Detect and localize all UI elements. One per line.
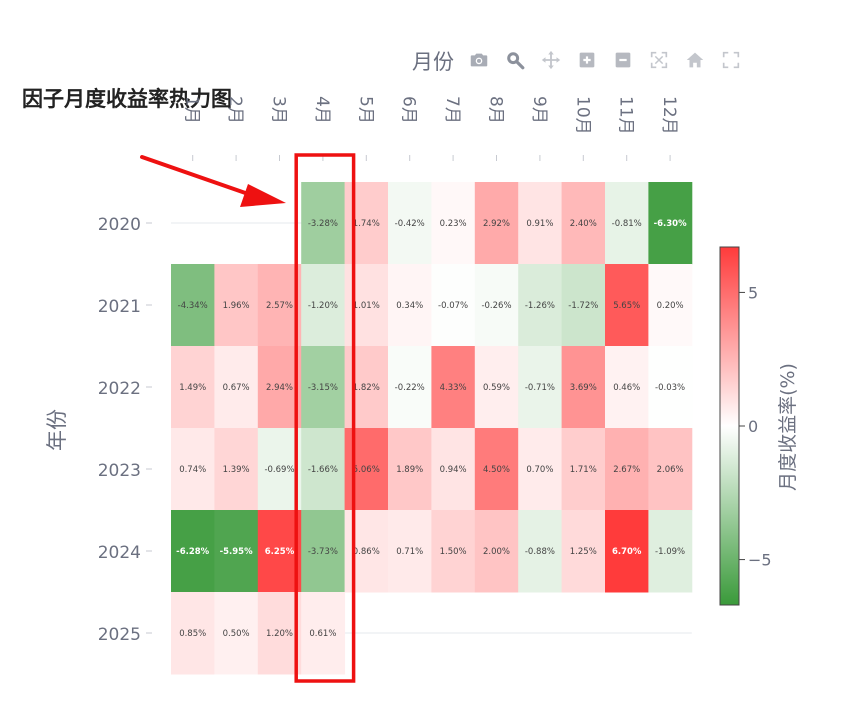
cell-value-label: 6.70% [612, 547, 642, 557]
x-axis-title: 月份 [412, 50, 454, 74]
cell-value-label: -0.69% [264, 465, 294, 475]
colorbar-tick-label: −5 [748, 551, 772, 570]
cell-value-label: 0.20% [657, 301, 684, 311]
cell-value-label: 2.94% [266, 383, 293, 393]
x-tick-label: 9月 [529, 96, 549, 124]
y-tick-label: 2025 [98, 625, 141, 645]
x-tick-label: 6月 [399, 96, 419, 124]
cell-value-label: 2.40% [570, 219, 597, 229]
y-tick-label: 2024 [98, 543, 141, 563]
cell-value-label: 1.82% [353, 383, 380, 393]
y-axis-title: 年份 [45, 409, 69, 451]
cell-value-label: 3.69% [570, 383, 597, 393]
x-tick-label: 5月 [355, 96, 375, 124]
cell-value-label: 1.20% [266, 629, 293, 639]
cell-value-label: 5.65% [613, 301, 640, 311]
cell-value-label: -6.28% [176, 547, 209, 557]
x-tick-label: 8月 [486, 96, 506, 124]
y-tick-label: 2020 [98, 215, 141, 235]
cell-value-label: 0.61% [309, 629, 336, 639]
cell-value-label: 0.94% [440, 465, 467, 475]
colorbar-gradient [719, 246, 740, 606]
cell-value-label: 0.50% [223, 629, 250, 639]
cell-value-label: -0.07% [438, 301, 468, 311]
x-tick-label: 12月 [659, 96, 679, 135]
cell-value-label: 0.34% [396, 301, 423, 311]
cell-value-label: -5.95% [220, 547, 253, 557]
cell-value-label: 5.06% [353, 465, 380, 475]
annotation-arrow-head [240, 184, 286, 207]
cell-value-label: 2.06% [657, 465, 684, 475]
cell-value-label: -3.73% [308, 547, 338, 557]
x-tick-label: 2月 [225, 96, 245, 124]
cell-value-label: -1.66% [308, 465, 338, 475]
colorbar: 5 0 −5 [719, 246, 772, 606]
annotation-arrow-shaft [140, 155, 256, 198]
cell-value-label: 0.91% [526, 219, 553, 229]
cell-value-label: -0.22% [395, 383, 425, 393]
cell-value-label: -0.71% [525, 383, 555, 393]
cell-value-label: 1.50% [440, 547, 467, 557]
cell-value-label: 0.70% [526, 465, 553, 475]
cell-value-label: 1.96% [223, 301, 250, 311]
plot-area: 2020 2021 2022 2023 2024 2025 1月 2月 3月 4月 5月 6月 7月 8月… [98, 96, 693, 675]
y-tick-label: 2023 [98, 461, 141, 481]
colorbar-title: 月度收益率(%) [777, 363, 799, 491]
cell-value-label: -3.15% [308, 383, 338, 393]
cell-value-label: 0.46% [613, 383, 640, 393]
cell-value-label: -0.26% [481, 301, 511, 311]
colorbar-tick-label: 5 [748, 283, 758, 302]
cell-value-label: 2.00% [483, 547, 510, 557]
x-tick-label: 4月 [312, 96, 332, 124]
cell-value-label: 0.86% [353, 547, 380, 557]
x-tick-label: 1月 [182, 96, 202, 124]
cell-value-label: -4.34% [178, 301, 208, 311]
cell-value-label: 1.39% [223, 465, 250, 475]
cell-value-label: 0.59% [483, 383, 510, 393]
cell-value-label: -0.81% [612, 219, 642, 229]
x-tick-label: 3月 [269, 96, 289, 124]
y-tick-label: 2021 [98, 297, 141, 317]
cell-value-label: 2.57% [266, 301, 293, 311]
cell-value-label: -1.09% [655, 547, 685, 557]
cell-value-label: 2.67% [613, 465, 640, 475]
cell-value-label: -0.88% [525, 547, 555, 557]
cell-value-label: 0.23% [440, 219, 467, 229]
cell-value-label: 4.33% [440, 383, 467, 393]
cell-value-label: 0.71% [396, 547, 423, 557]
x-tick-label: 7月 [442, 96, 462, 124]
cell-value-label: 1.89% [396, 465, 423, 475]
x-tick-label: 11月 [616, 96, 636, 135]
cell-value-label: 1.01% [353, 301, 380, 311]
cell-value-label: -1.72% [568, 301, 598, 311]
cell-value-label: -0.03% [655, 383, 685, 393]
y-tick-label: 2022 [98, 379, 141, 399]
cell-value-label: -3.28% [308, 219, 338, 229]
cell-value-label: 2.92% [483, 219, 510, 229]
cell-value-label: -0.42% [395, 219, 425, 229]
cell-value-label: 1.71% [570, 465, 597, 475]
cell-value-label: 1.49% [179, 383, 206, 393]
cell-value-label: -1.20% [308, 301, 338, 311]
heatmap-chart: 因子月度收益率热力图 月份 年份 月度收益率(%) 20202021202220… [22, 50, 799, 683]
cell-value-label: 6.25% [265, 547, 295, 557]
x-tick-label: 10月 [572, 96, 592, 135]
cell-value-label: -6.30% [654, 219, 687, 229]
cell-value-label: 1.25% [570, 547, 597, 557]
cell-value-label: 0.74% [179, 465, 206, 475]
cell-value-label: 0.67% [223, 383, 250, 393]
cell-value-label: 4.50% [483, 465, 510, 475]
cell-value-label: -1.26% [525, 301, 555, 311]
colorbar-tick-label: 0 [748, 417, 758, 436]
cell-value-label: 1.74% [353, 219, 380, 229]
cell-value-label: 0.85% [179, 629, 206, 639]
